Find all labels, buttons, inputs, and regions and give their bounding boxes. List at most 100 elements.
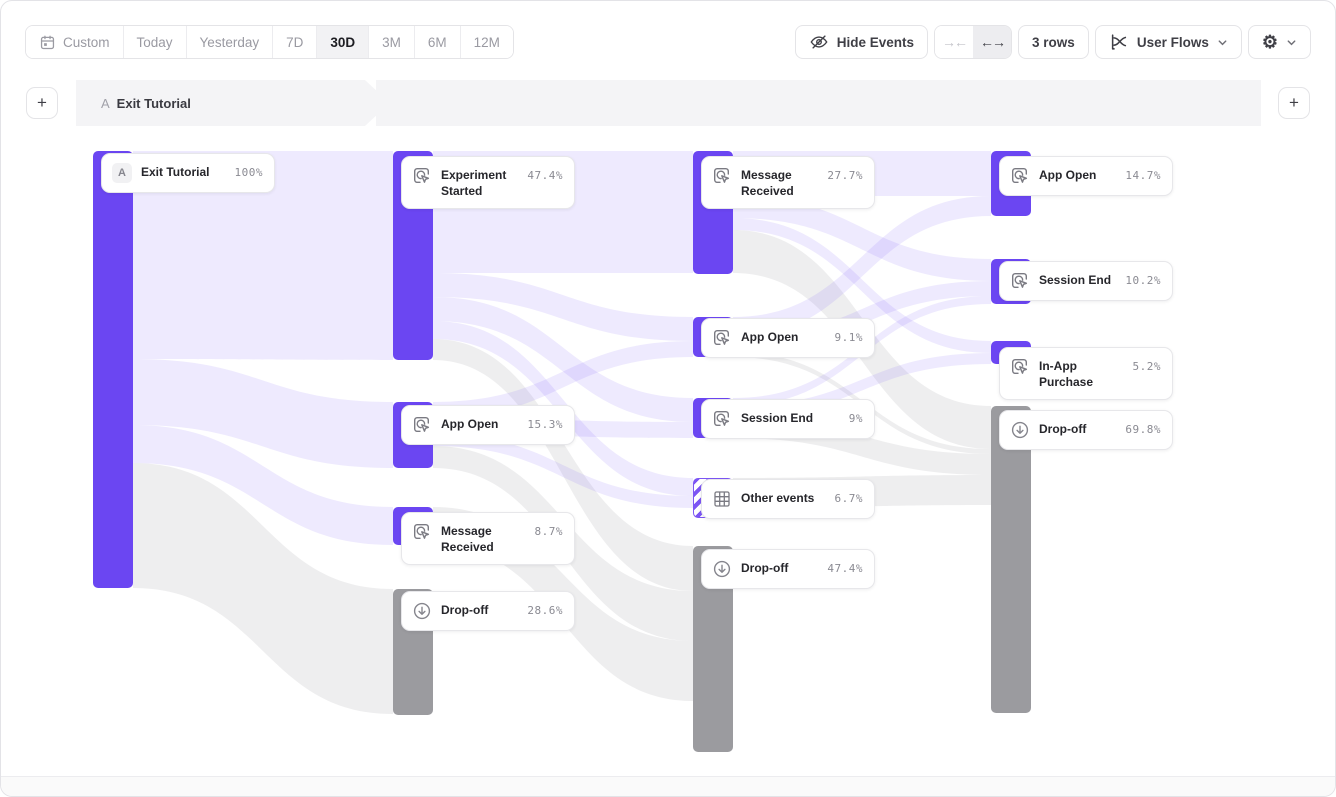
node-percentage: 9% xyxy=(849,409,863,425)
date-range-label: 12M xyxy=(474,35,500,50)
node-card-exit-tutorial[interactable]: AExit Tutorial100% xyxy=(101,153,275,193)
node-percentage: 8.7% xyxy=(535,522,564,538)
node-bar-drop-off-4[interactable] xyxy=(991,406,1031,713)
settings-button[interactable]: ⚙ xyxy=(1248,25,1311,59)
node-percentage: 47.4% xyxy=(827,559,863,575)
user-flows-chart-icon xyxy=(1109,32,1129,52)
node-card-app-open-4[interactable]: App Open 14.7% xyxy=(999,156,1173,196)
flow-step-header: + A Exit Tutorial + xyxy=(1,80,1335,126)
event-click-icon xyxy=(412,522,432,542)
node-card-other-events-3[interactable]: Other events 6.7% xyxy=(701,479,875,519)
node-card-experiment-started[interactable]: Experiment Started 47.4% xyxy=(401,156,575,209)
view-selector-button[interactable]: User Flows xyxy=(1095,25,1242,59)
rows-button[interactable]: 3 rows xyxy=(1018,25,1089,59)
node-label: Other events xyxy=(741,489,826,507)
date-range-label: 3M xyxy=(382,35,401,50)
date-range-6m[interactable]: 6M xyxy=(414,26,460,58)
node-label: Message Received xyxy=(741,166,818,199)
drop-off-icon xyxy=(1010,420,1030,440)
event-click-icon xyxy=(712,409,732,429)
event-click-icon xyxy=(1010,271,1030,291)
node-percentage: 15.3% xyxy=(527,415,563,431)
node-bar-exit-tutorial[interactable] xyxy=(93,151,133,588)
date-range-group: Custom Today Yesterday 7D 30D 3M 6M 12M xyxy=(25,25,514,59)
node-card-app-open-3[interactable]: App Open 9.1% xyxy=(701,318,875,358)
node-label: In-App Purchase xyxy=(1039,357,1124,390)
event-click-icon xyxy=(412,415,432,435)
node-percentage: 10.2% xyxy=(1125,271,1161,287)
toolbar-right: Hide Events →← ←→ 3 rows xyxy=(795,25,1311,59)
step-title: Exit Tutorial xyxy=(117,96,191,111)
node-card-session-end-4[interactable]: Session End10.2% xyxy=(999,261,1173,301)
node-percentage: 100% xyxy=(235,163,264,179)
node-percentage: 9.1% xyxy=(835,328,864,344)
toolbar: Custom Today Yesterday 7D 30D 3M 6M 12M Hide Ev… xyxy=(25,25,1311,59)
event-click-icon xyxy=(712,328,732,348)
node-label: App Open xyxy=(1039,166,1116,184)
event-click-icon xyxy=(412,166,432,186)
date-range-7d[interactable]: 7D xyxy=(272,26,316,58)
drop-off-icon xyxy=(712,559,732,579)
footer-strip xyxy=(1,776,1335,796)
node-card-drop-off-4[interactable]: Drop-off 69.8% xyxy=(999,410,1173,450)
date-range-3m[interactable]: 3M xyxy=(368,26,414,58)
expand-columns-button[interactable]: ←→ xyxy=(973,26,1011,58)
step-label[interactable]: A Exit Tutorial xyxy=(101,80,191,126)
date-range-custom[interactable]: Custom xyxy=(26,26,123,58)
date-range-label: Yesterday xyxy=(200,35,260,50)
drop-off-icon xyxy=(412,601,432,621)
calendar-icon xyxy=(39,34,56,51)
node-percentage: 6.7% xyxy=(835,489,864,505)
step-prefix: A xyxy=(101,96,110,111)
event-click-icon xyxy=(1010,166,1030,186)
collapse-icon: →← xyxy=(942,34,966,50)
node-label: Session End xyxy=(741,409,840,427)
node-label: App Open xyxy=(441,415,518,433)
date-range-label: Today xyxy=(137,35,173,50)
user-flows-app: Custom Today Yesterday 7D 30D 3M 6M 12M Hide Ev… xyxy=(0,0,1336,797)
eye-slash-icon xyxy=(809,32,829,52)
date-range-30d[interactable]: 30D xyxy=(316,26,368,58)
date-range-12m[interactable]: 12M xyxy=(460,26,513,58)
plus-icon: + xyxy=(1289,93,1299,113)
node-percentage: 27.7% xyxy=(827,166,863,182)
hide-events-button[interactable]: Hide Events xyxy=(795,25,928,59)
node-card-drop-off-2[interactable]: Drop-off 28.6% xyxy=(401,591,575,631)
node-percentage: 69.8% xyxy=(1125,420,1161,436)
node-label: Message Received xyxy=(441,522,526,555)
step-band: A Exit Tutorial xyxy=(76,80,1261,126)
node-label: Drop-off xyxy=(441,601,518,619)
node-label: Experiment Started xyxy=(441,166,518,199)
collapse-columns-button[interactable]: →← xyxy=(935,26,973,58)
date-range-label: Custom xyxy=(63,35,110,50)
node-card-in-app-purchase-4[interactable]: In-App Purchase 5.2% xyxy=(999,347,1173,400)
date-range-label: 30D xyxy=(330,35,355,50)
toolbar-left: Custom Today Yesterday 7D 30D 3M 6M 12M xyxy=(25,25,514,59)
node-label: Drop-off xyxy=(1039,420,1116,438)
node-card-drop-off-3[interactable]: Drop-off 47.4% xyxy=(701,549,875,589)
date-range-label: 6M xyxy=(428,35,447,50)
date-range-today[interactable]: Today xyxy=(123,26,186,58)
chevron-down-icon xyxy=(1217,37,1228,48)
add-step-right-button[interactable]: + xyxy=(1278,87,1310,119)
node-percentage: 5.2% xyxy=(1133,357,1162,373)
rows-label: 3 rows xyxy=(1032,35,1075,50)
node-card-app-open-2[interactable]: App Open 15.3% xyxy=(401,405,575,445)
node-card-message-received-2[interactable]: Message Received 8.7% xyxy=(401,512,575,565)
hide-events-label: Hide Events xyxy=(837,35,914,50)
node-label: Drop-off xyxy=(741,559,818,577)
view-selector-label: User Flows xyxy=(1137,35,1209,50)
event-click-icon xyxy=(712,166,732,186)
date-range-yesterday[interactable]: Yesterday xyxy=(186,26,273,58)
node-label: App Open xyxy=(741,328,826,346)
spacing-toggle-group: →← ←→ xyxy=(934,25,1012,59)
node-card-message-received-3[interactable]: Message Received 27.7% xyxy=(701,156,875,209)
node-percentage: 28.6% xyxy=(527,601,563,617)
node-percentage: 47.4% xyxy=(527,166,563,182)
node-card-session-end-3[interactable]: Session End 9% xyxy=(701,399,875,439)
add-step-left-button[interactable]: + xyxy=(26,87,58,119)
chevron-down-icon xyxy=(1286,37,1297,48)
gear-icon: ⚙ xyxy=(1262,33,1278,51)
node-percentage: 14.7% xyxy=(1125,166,1161,182)
date-range-label: 7D xyxy=(286,35,303,50)
